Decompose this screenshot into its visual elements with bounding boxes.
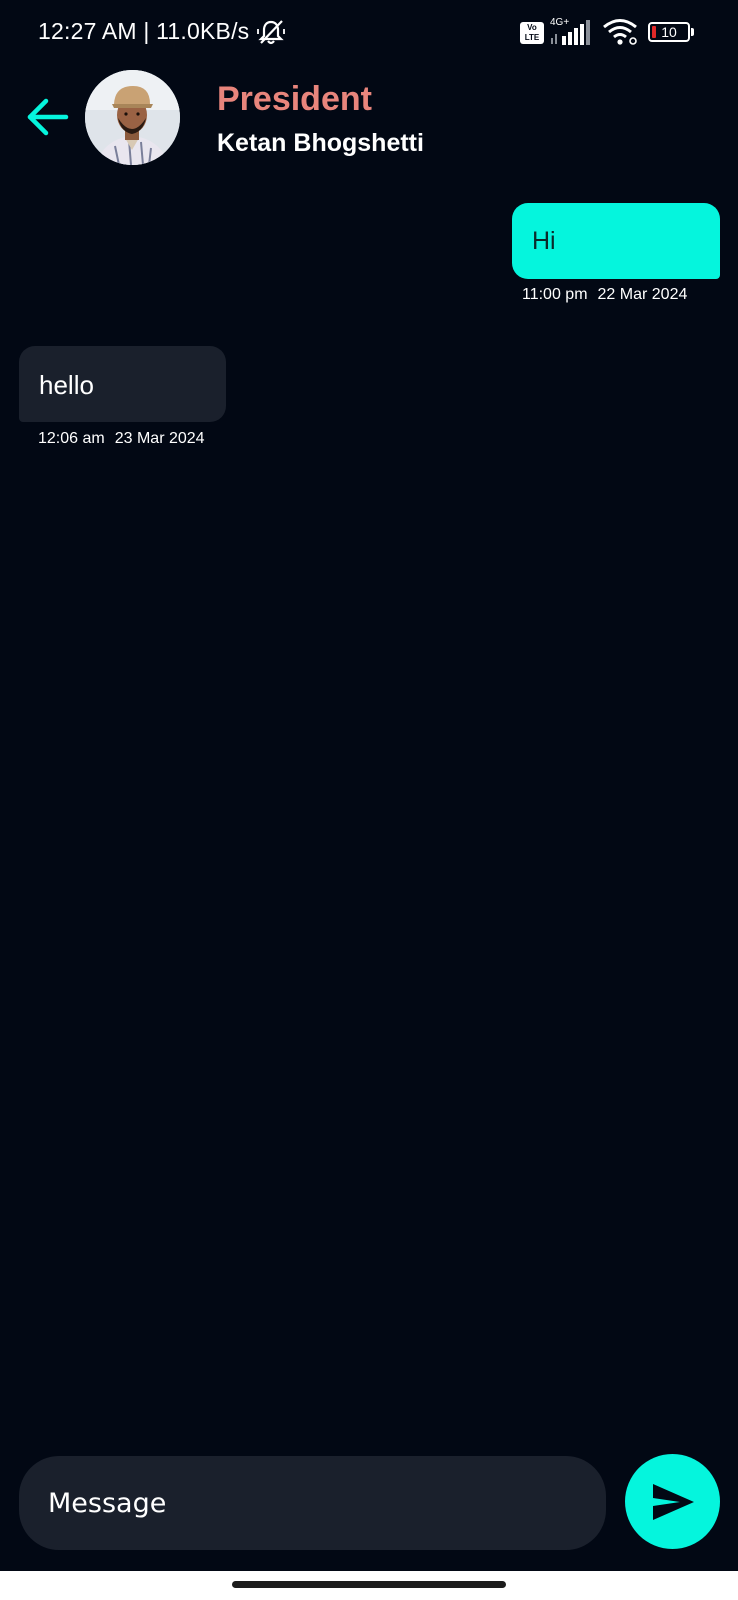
chat-screen: 12:27 AM | 11.0KB/s Vo LTE 4G+ 10 Presid… (0, 0, 738, 1600)
avatar-photo (85, 70, 180, 165)
chat-contact-name: Ketan Bhogshetti (217, 129, 424, 157)
signal-icon (551, 20, 590, 45)
wifi-icon (603, 19, 637, 45)
navigation-bar (0, 1571, 738, 1600)
mute-icon (257, 20, 285, 45)
message-timestamp: 11:00 pm 22 Mar 2024 (522, 286, 687, 304)
send-button[interactable] (625, 1454, 720, 1549)
message-date: 22 Mar 2024 (597, 286, 688, 303)
status-time-speed: 12:27 AM | 11.0KB/s (38, 18, 250, 44)
avatar[interactable] (85, 70, 180, 165)
battery-icon: 10 (648, 22, 694, 42)
message-input[interactable] (19, 1456, 606, 1550)
message-time: 11:00 pm (522, 286, 588, 303)
home-indicator[interactable] (232, 1581, 506, 1588)
message-date: 23 Mar 2024 (114, 430, 205, 447)
arrow-left-icon (27, 98, 69, 136)
message-time: 12:06 am (38, 430, 105, 447)
send-icon (653, 1484, 694, 1520)
message-text: hello (39, 370, 94, 400)
incoming-message-bubble[interactable]: hello (19, 346, 226, 422)
outgoing-message-bubble[interactable]: Hi (512, 203, 720, 279)
message-timestamp: 12:06 am 23 Mar 2024 (38, 430, 205, 448)
back-button[interactable] (22, 92, 72, 142)
volte-icon: Vo LTE (520, 22, 544, 44)
status-bar: 12:27 AM | 11.0KB/s Vo LTE 4G+ 10 (0, 0, 738, 66)
message-text: Hi (532, 227, 556, 255)
chat-role-title: President (217, 80, 372, 118)
battery-level: 10 (661, 24, 677, 40)
